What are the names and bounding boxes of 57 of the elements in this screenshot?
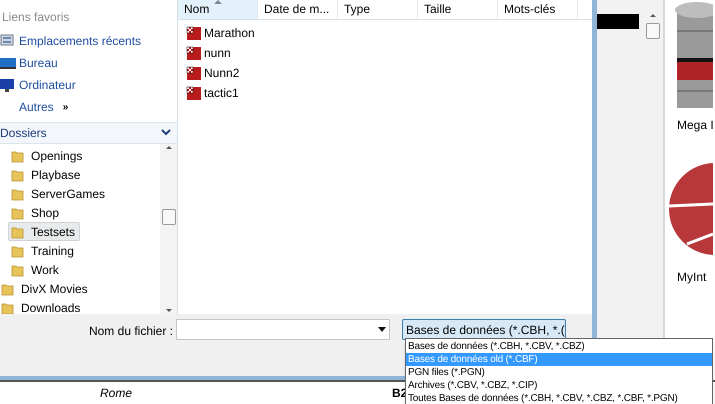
chevron-down-icon: [161, 129, 171, 137]
file-type-dropdown[interactable]: Bases de données (*.CBH, *.(: [402, 319, 566, 340]
file-type-option[interactable]: Toutes Bases de données (*.CBH, *.CBV, *.CBZ, *.CBF, *.PGN): [406, 392, 712, 404]
folders-header[interactable]: Dossiers: [0, 122, 177, 144]
scroll-thumb[interactable]: [646, 23, 660, 39]
folder-item[interactable]: DivX Movies: [0, 279, 93, 298]
folder-icon: [11, 206, 25, 220]
more-chevron[interactable]: »: [62, 100, 68, 114]
database-file-icon: [186, 45, 202, 61]
favorite-link[interactable]: Bureau: [0, 52, 177, 74]
file-type-option[interactable]: Archives (*.CBV, *.CBZ, *.CIP): [406, 379, 712, 392]
folder-icon: [11, 244, 25, 258]
filename-field[interactable]: [176, 319, 390, 340]
scroll-down-arrow-icon[interactable]: [166, 309, 172, 312]
folder-item[interactable]: Playbase: [8, 165, 86, 184]
folder-item[interactable]: Downloads: [0, 298, 86, 314]
filename-label: Nom du fichier :: [88, 323, 174, 340]
folder-icon: [11, 168, 25, 182]
folder-item[interactable]: ServerGames: [8, 184, 110, 203]
dropdown-arrow-icon: [378, 327, 386, 332]
folder-icon: [11, 262, 25, 276]
database-file-icon: [186, 85, 202, 101]
favorite-link[interactable]: Emplacements récents: [0, 30, 177, 52]
favorites-heading: Liens favoris: [1, 9, 70, 26]
database-file-icon: [186, 65, 202, 81]
folder-icon: [11, 224, 25, 238]
file-item[interactable]: Nunn2: [186, 63, 592, 83]
sort-arrow-icon: [214, 0, 222, 4]
computer-icon: [0, 77, 16, 93]
icon-label: MyInt: [676, 269, 708, 286]
folder-item[interactable]: Work: [8, 260, 64, 279]
scroll-up-arrow-icon[interactable]: [650, 14, 656, 17]
database-file-icon: [186, 25, 202, 41]
desktop-icon: [0, 55, 16, 71]
file-item[interactable]: nunn: [186, 43, 592, 63]
file-item[interactable]: tactic1: [186, 83, 592, 103]
favorite-link[interactable]: Ordinateur: [0, 74, 177, 96]
folder-item[interactable]: Shop: [8, 203, 64, 222]
selected-row-bar: [597, 14, 639, 29]
icon-label: Mega I: [676, 117, 715, 134]
scroll-up-arrow-icon[interactable]: [166, 146, 172, 149]
scroll-thumb[interactable]: [162, 209, 176, 225]
vertical-scrollbar[interactable]: [160, 144, 177, 314]
folder-item[interactable]: Testsets: [8, 222, 80, 241]
folder-icon: [1, 282, 15, 296]
folder-icon: [11, 148, 25, 162]
file-type-option[interactable]: PGN files (*.PGN): [406, 366, 712, 379]
folder-item[interactable]: Training: [8, 241, 79, 260]
folder-item[interactable]: Openings: [8, 146, 88, 165]
place-text: Rome: [100, 385, 134, 402]
folder-icon: [1, 300, 15, 314]
vertical-scrollbar[interactable]: [645, 14, 660, 39]
favorite-link[interactable]: Autres »: [0, 96, 177, 118]
column-header[interactable]: Nom: [178, 0, 258, 19]
file-type-option[interactable]: Bases de données (*.CBH, *.CBV, *.CBZ): [406, 340, 712, 353]
file-item[interactable]: Marathon: [186, 23, 592, 43]
folder-icon: [11, 186, 25, 200]
